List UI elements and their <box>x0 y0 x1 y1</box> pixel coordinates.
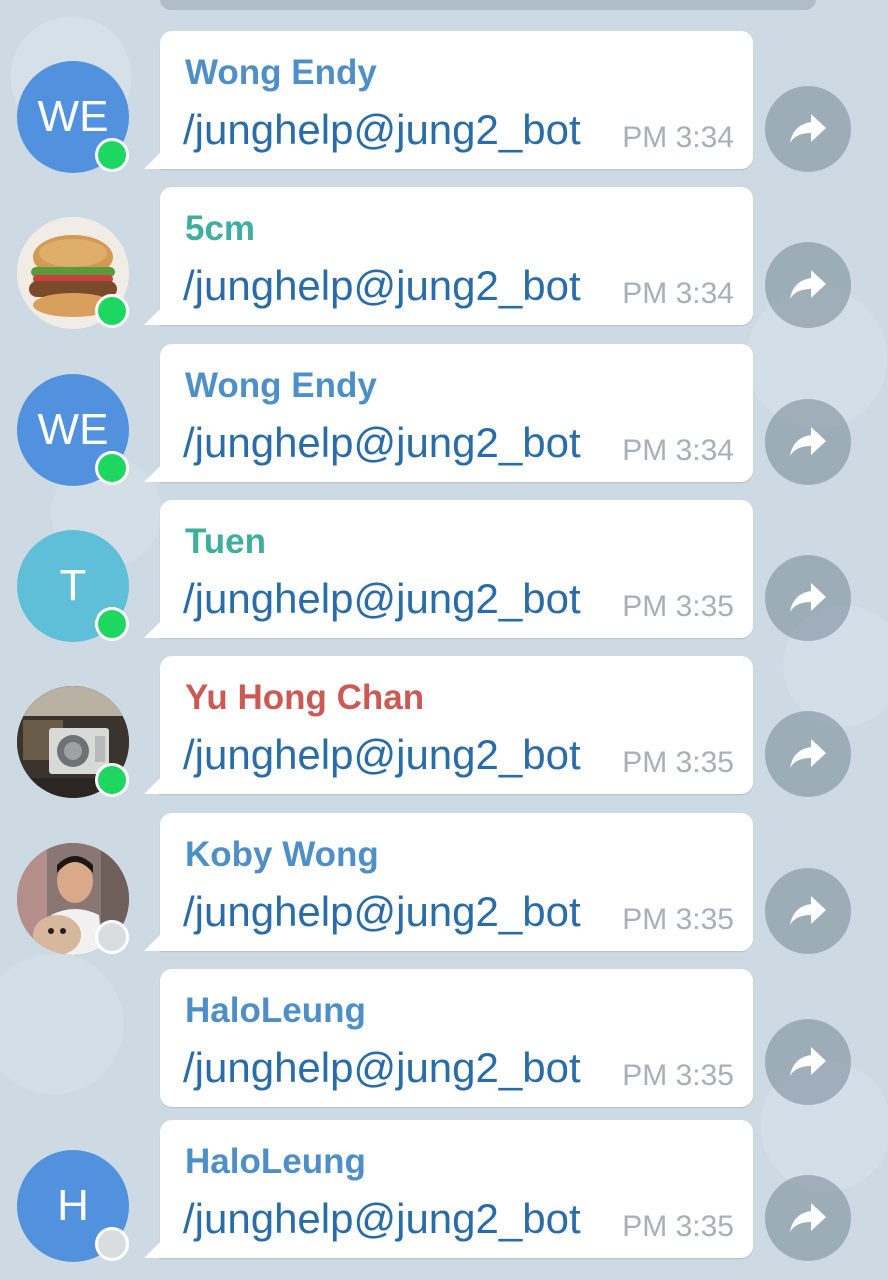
share-arrow-icon <box>790 739 826 768</box>
message-bubble[interactable]: HaloLeung /junghelp@jung2_bot PM 3:35 <box>160 969 753 1107</box>
avatar-initials: T <box>59 561 87 610</box>
previous-message-edge <box>160 0 816 10</box>
sender-name[interactable]: 5cm <box>185 209 255 249</box>
message-row: 5cm /junghelp@jung2_bot PM 3:34 <box>0 187 888 329</box>
message-text[interactable]: /junghelp@jung2_bot <box>183 262 581 310</box>
bubble-tail <box>144 309 160 325</box>
sender-name[interactable]: Wong Endy <box>185 53 377 93</box>
message-text[interactable]: /junghelp@jung2_bot <box>183 419 581 467</box>
online-status-dot <box>95 607 129 641</box>
share-button[interactable] <box>765 555 851 641</box>
share-button[interactable] <box>765 242 851 328</box>
message-bubble[interactable]: Koby Wong /junghelp@jung2_bot PM 3:35 <box>160 813 753 951</box>
share-arrow-icon <box>790 1203 826 1232</box>
message-time: PM 3:35 <box>622 590 734 623</box>
sender-name[interactable]: Koby Wong <box>185 835 379 875</box>
message-time: PM 3:35 <box>622 1210 734 1243</box>
message-row: Koby Wong /junghelp@jung2_bot PM 3:35 <box>0 813 888 955</box>
bubble-tail <box>144 935 160 951</box>
share-arrow-icon <box>790 1047 826 1076</box>
share-button[interactable] <box>765 1019 851 1105</box>
message-row: H HaloLeung /junghelp@jung2_bot PM 3:35 <box>0 1120 888 1262</box>
message-text[interactable]: /junghelp@jung2_bot <box>183 106 581 154</box>
avatar-initials: H <box>57 1181 89 1230</box>
message-bubble[interactable]: 5cm /junghelp@jung2_bot PM 3:34 <box>160 187 753 325</box>
share-button[interactable] <box>765 868 851 954</box>
message-text[interactable]: /junghelp@jung2_bot <box>183 888 581 936</box>
share-arrow-icon <box>790 896 826 925</box>
sender-name[interactable]: Tuen <box>185 522 266 562</box>
message-row: WE Wong Endy /junghelp@jung2_bot PM 3:34 <box>0 344 888 486</box>
message-time: PM 3:35 <box>622 746 734 779</box>
message-row: Yu Hong Chan /junghelp@jung2_bot PM 3:35 <box>0 656 888 798</box>
avatar-initials: WE <box>37 92 109 141</box>
message-bubble[interactable]: Wong Endy /junghelp@jung2_bot PM 3:34 <box>160 344 753 482</box>
message-text[interactable]: /junghelp@jung2_bot <box>183 575 581 623</box>
message-row: HaloLeung /junghelp@jung2_bot PM 3:35 <box>0 969 888 1109</box>
online-status-dot <box>95 451 129 485</box>
message-bubble[interactable]: Wong Endy /junghelp@jung2_bot PM 3:34 <box>160 31 753 169</box>
offline-status-dot <box>95 920 129 954</box>
message-text[interactable]: /junghelp@jung2_bot <box>183 1195 581 1243</box>
online-status-dot <box>95 138 129 172</box>
sender-name[interactable]: Yu Hong Chan <box>185 678 424 718</box>
message-text[interactable]: /junghelp@jung2_bot <box>183 731 581 779</box>
share-button[interactable] <box>765 711 851 797</box>
message-time: PM 3:34 <box>622 121 734 154</box>
sender-name[interactable]: HaloLeung <box>185 1142 366 1182</box>
avatar-initials: WE <box>37 405 109 454</box>
bubble-tail <box>144 466 160 482</box>
share-arrow-icon <box>790 427 826 456</box>
bubble-tail <box>144 1242 160 1258</box>
message-bubble[interactable]: Tuen /junghelp@jung2_bot PM 3:35 <box>160 500 753 638</box>
online-status-dot <box>95 763 129 797</box>
share-button[interactable] <box>765 86 851 172</box>
message-bubble[interactable]: HaloLeung /junghelp@jung2_bot PM 3:35 <box>160 1120 753 1258</box>
bubble-tail <box>144 778 160 794</box>
sender-name[interactable]: Wong Endy <box>185 366 377 406</box>
bubble-tail <box>144 153 160 169</box>
share-button[interactable] <box>765 1175 851 1261</box>
message-row: T Tuen /junghelp@jung2_bot PM 3:35 <box>0 500 888 642</box>
share-arrow-icon <box>790 270 826 299</box>
online-status-dot <box>95 294 129 328</box>
message-text[interactable]: /junghelp@jung2_bot <box>183 1044 581 1092</box>
offline-status-dot <box>95 1227 129 1261</box>
message-time: PM 3:35 <box>622 903 734 936</box>
message-time: PM 3:34 <box>622 277 734 310</box>
message-row: WE Wong Endy /junghelp@jung2_bot PM 3:34 <box>0 31 888 173</box>
sender-name[interactable]: HaloLeung <box>185 991 366 1031</box>
share-arrow-icon <box>790 583 826 612</box>
share-button[interactable] <box>765 399 851 485</box>
share-arrow-icon <box>790 114 826 143</box>
message-time: PM 3:34 <box>622 434 734 467</box>
message-time: PM 3:35 <box>622 1059 734 1092</box>
message-bubble[interactable]: Yu Hong Chan /junghelp@jung2_bot PM 3:35 <box>160 656 753 794</box>
bubble-tail <box>144 622 160 638</box>
